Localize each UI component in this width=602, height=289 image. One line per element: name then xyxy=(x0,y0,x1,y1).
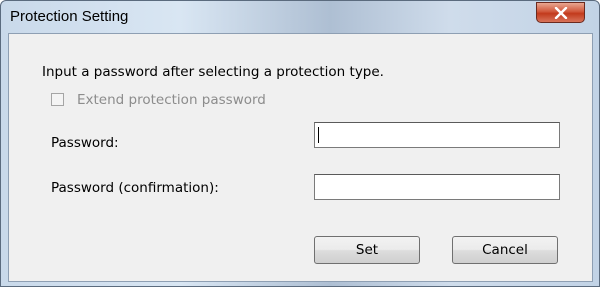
extend-protection-label: Extend protection password xyxy=(77,92,266,108)
cancel-button-label: Cancel xyxy=(482,242,528,258)
password-confirmation-label: Password (confirmation): xyxy=(51,180,219,196)
title-bar[interactable]: Protection Setting xyxy=(1,1,599,33)
set-button-label: Set xyxy=(355,242,379,258)
set-button[interactable]: Set xyxy=(314,236,420,264)
password-field[interactable] xyxy=(314,122,560,148)
window-title: Protection Setting xyxy=(10,8,129,25)
password-confirmation-field[interactable] xyxy=(314,174,560,200)
extend-protection-checkbox[interactable] xyxy=(51,93,64,106)
cancel-button[interactable]: Cancel xyxy=(452,236,558,264)
close-button[interactable] xyxy=(536,2,585,23)
password-label: Password: xyxy=(51,135,119,151)
close-icon xyxy=(554,7,568,19)
text-caret xyxy=(318,127,319,143)
instruction-text: Input a password after selecting a prote… xyxy=(42,64,384,80)
